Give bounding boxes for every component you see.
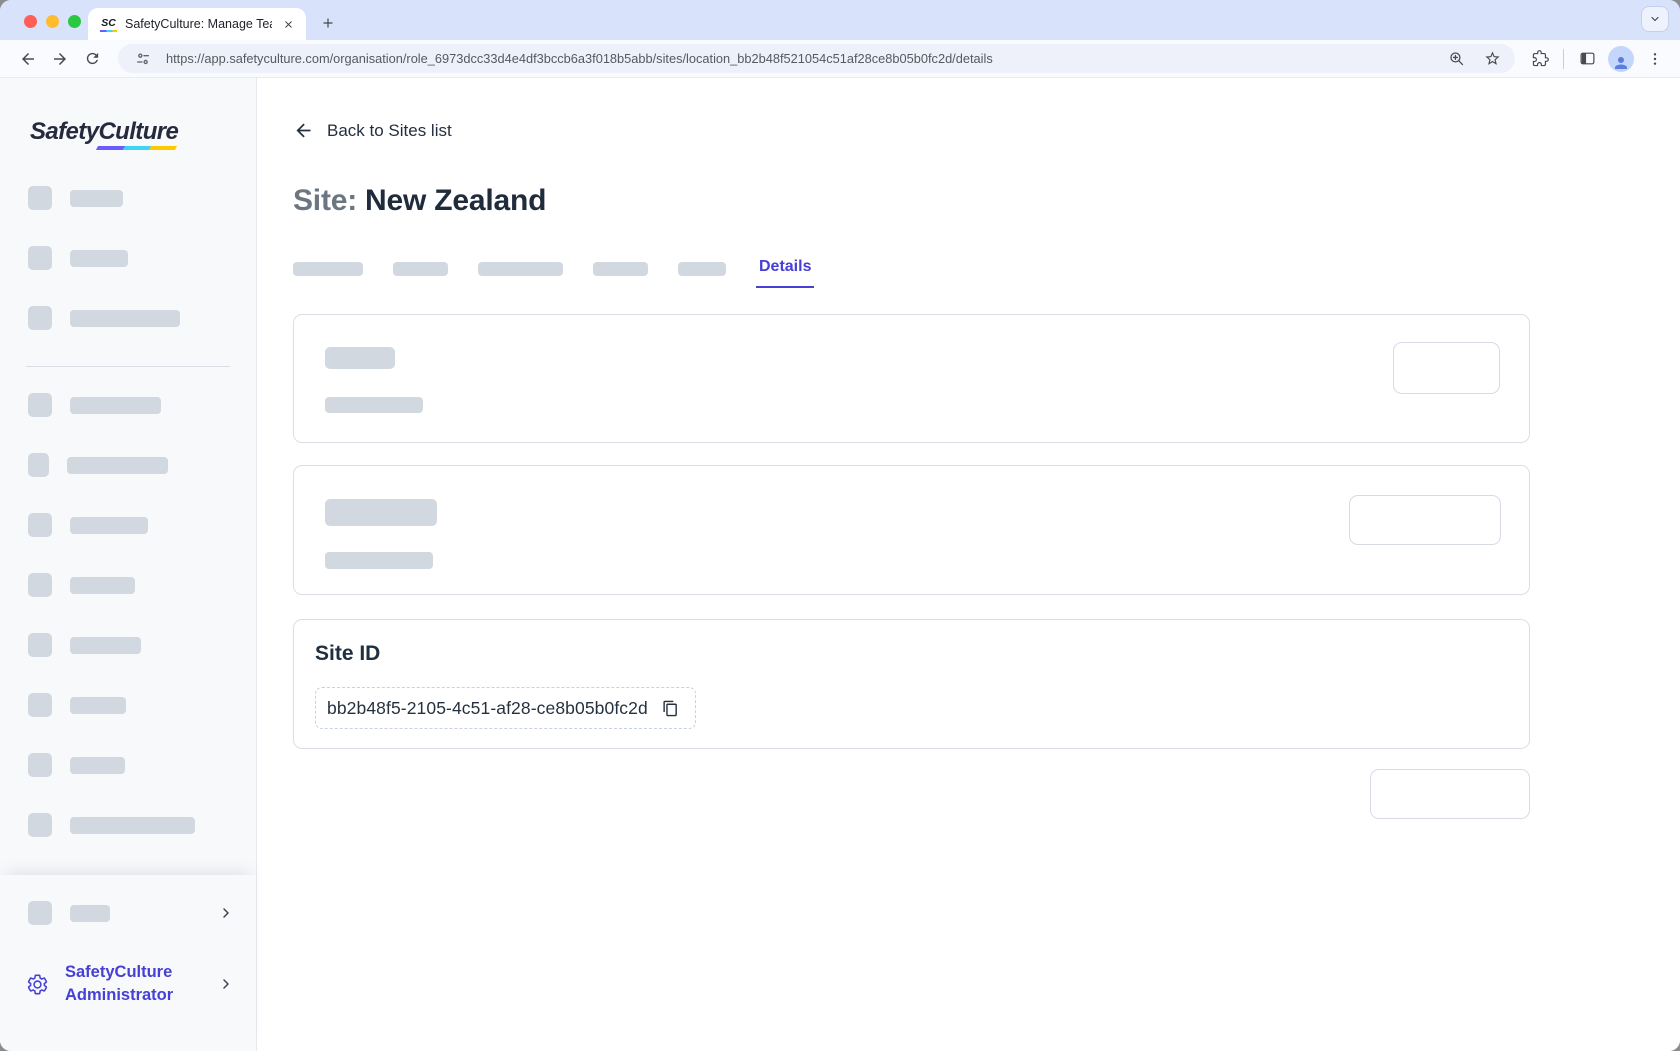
site-tabs: Details xyxy=(293,254,1530,288)
tab-title: SafetyCulture: Manage Teams and... xyxy=(125,17,272,31)
browser-tabstrip: SC SafetyCulture: Manage Teams and... xyxy=(0,0,1680,40)
skeleton-nav-item xyxy=(0,633,256,657)
site-settings-icon[interactable] xyxy=(130,46,156,72)
tab-close-icon[interactable] xyxy=(280,16,296,32)
browser-tab-active[interactable]: SC SafetyCulture: Manage Teams and... xyxy=(88,8,306,40)
bookmark-star-icon[interactable] xyxy=(1479,46,1505,72)
tab-details[interactable]: Details xyxy=(756,258,814,288)
card-action-button-placeholder[interactable] xyxy=(1393,342,1500,394)
arrow-left-icon xyxy=(293,120,314,141)
skeleton-tab xyxy=(293,262,363,276)
forward-nav-icon[interactable] xyxy=(46,45,74,73)
skeleton-nav-item xyxy=(0,453,256,477)
back-nav-icon[interactable] xyxy=(14,45,42,73)
extensions-icon[interactable] xyxy=(1525,45,1555,73)
url-input[interactable]: https://app.safetyculture.com/organisati… xyxy=(166,51,1433,66)
safetyculture-logo: SafetyCulture xyxy=(30,118,178,146)
tab-search-chevron-button[interactable] xyxy=(1642,7,1668,31)
skeleton-card-subtitle xyxy=(325,397,423,413)
app-viewport: SafetyCulture xyxy=(0,78,1680,1051)
main-content: Back to Sites list Site:New Zealand Deta… xyxy=(257,78,1680,1051)
toolbar-divider xyxy=(1563,49,1564,69)
back-to-sites-link[interactable]: Back to Sites list xyxy=(293,120,452,141)
site-id-value: bb2b48f5-2105-4c51-af28-ce8b05b0fc2d xyxy=(327,698,648,719)
browser-menu-kebab-icon[interactable] xyxy=(1640,45,1670,73)
page-title: Site:New Zealand xyxy=(293,184,1530,218)
browser-toolbar: https://app.safetyculture.com/organisati… xyxy=(0,40,1680,78)
loading-card-1 xyxy=(293,314,1530,443)
back-link-label: Back to Sites list xyxy=(327,121,452,141)
macos-minimize-button[interactable] xyxy=(46,15,59,28)
logo-text-safety: Safety xyxy=(30,118,98,145)
skeleton-tab xyxy=(393,262,448,276)
skeleton-nav-item xyxy=(0,186,256,210)
reload-icon[interactable] xyxy=(78,45,106,73)
skeleton-card-title xyxy=(325,499,437,526)
sidebar-bottom-loading-item[interactable] xyxy=(0,899,256,927)
sidebar-nav xyxy=(0,186,256,837)
new-tab-button[interactable] xyxy=(314,9,342,37)
page-title-prefix: Site: xyxy=(293,184,357,217)
sidebar: SafetyCulture xyxy=(0,78,257,1051)
safetyculture-favicon-icon: SC xyxy=(100,17,117,32)
sidebar-divider xyxy=(26,366,230,367)
macos-traffic-lights xyxy=(24,15,81,28)
skeleton-nav-item xyxy=(0,573,256,597)
card-action-button-placeholder[interactable] xyxy=(1349,495,1501,545)
chevron-right-icon xyxy=(218,976,234,992)
logo-text-culture: Culture xyxy=(98,118,178,145)
browser-window: SC SafetyCulture: Manage Teams and... xyxy=(0,0,1680,1051)
site-id-label: Site ID xyxy=(315,642,380,666)
skeleton-tab xyxy=(478,262,563,276)
site-id-card: Site ID bb2b48f5-2105-4c51-af28-ce8b05b0… xyxy=(293,619,1530,749)
skeleton-nav-item xyxy=(0,813,256,837)
skeleton-nav-item xyxy=(0,513,256,537)
side-panel-icon[interactable] xyxy=(1572,45,1602,73)
skeleton-nav-item xyxy=(0,393,256,417)
macos-zoom-button[interactable] xyxy=(68,15,81,28)
site-id-value-box[interactable]: bb2b48f5-2105-4c51-af28-ce8b05b0fc2d xyxy=(315,687,696,729)
skeleton-card-title xyxy=(325,347,395,369)
profile-avatar[interactable] xyxy=(1606,45,1636,73)
url-bar[interactable]: https://app.safetyculture.com/organisati… xyxy=(118,44,1515,73)
skeleton-nav-item xyxy=(0,306,256,330)
account-name-line2: Administrator xyxy=(65,986,173,1004)
chevron-right-icon xyxy=(218,905,234,921)
skeleton-nav-item xyxy=(0,693,256,717)
skeleton-card-subtitle xyxy=(325,552,433,569)
logo-gradient-underline xyxy=(96,146,177,150)
account-name-line1: SafetyCulture xyxy=(65,963,172,981)
macos-close-button[interactable] xyxy=(24,15,37,28)
gear-icon xyxy=(26,973,49,996)
sidebar-account-row[interactable]: SafetyCulture Administrator xyxy=(0,961,256,1007)
skeleton-bar xyxy=(70,905,110,922)
zoom-page-icon[interactable] xyxy=(1443,46,1469,72)
skeleton-nav-item xyxy=(0,246,256,270)
sidebar-bottom-section: SafetyCulture Administrator xyxy=(0,875,256,1051)
page-action-button-placeholder[interactable] xyxy=(1370,769,1530,819)
account-name: SafetyCulture Administrator xyxy=(65,961,202,1007)
skeleton-tab xyxy=(593,262,648,276)
copy-icon[interactable] xyxy=(661,698,681,718)
skeleton-icon xyxy=(28,901,52,925)
loading-card-2 xyxy=(293,465,1530,595)
skeleton-tab xyxy=(678,262,726,276)
page-title-value: New Zealand xyxy=(365,184,546,217)
skeleton-nav-item xyxy=(0,753,256,777)
